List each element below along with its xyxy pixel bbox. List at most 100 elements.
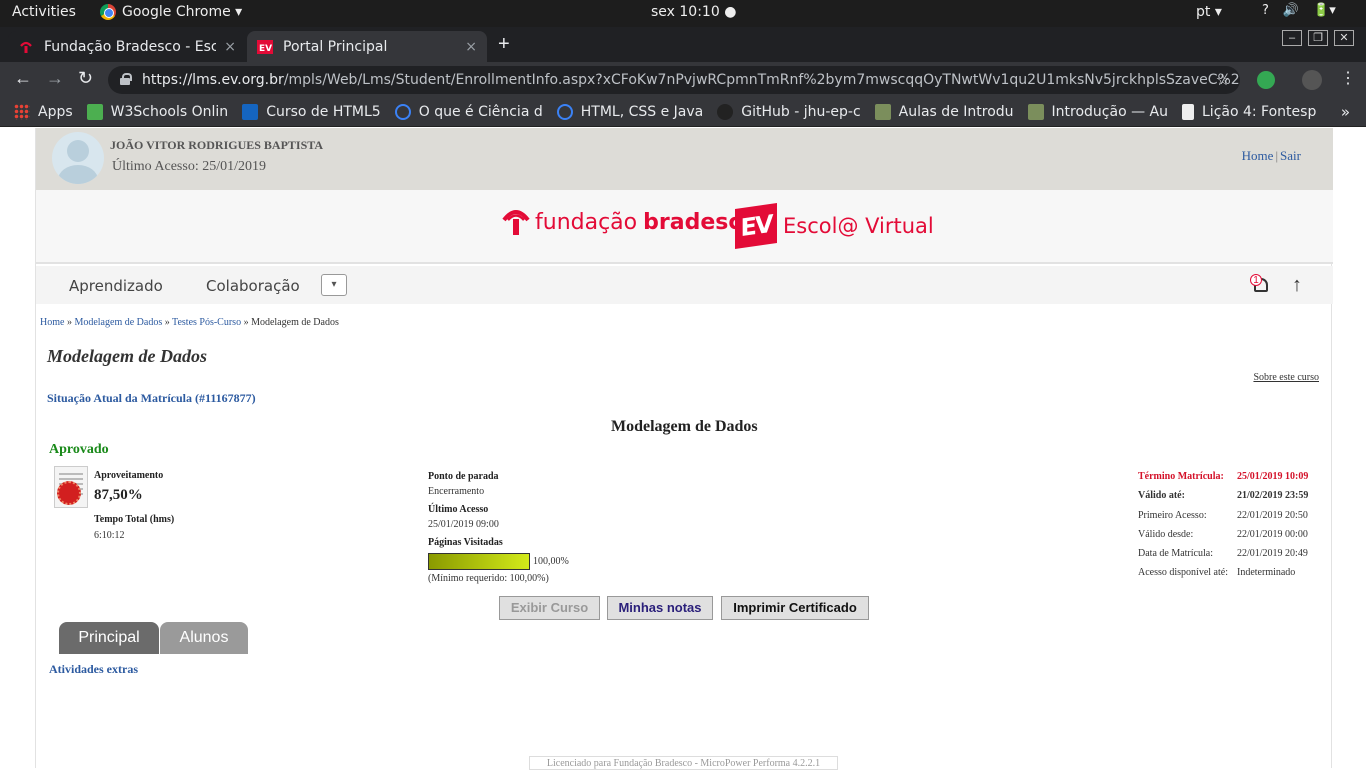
time-label: Tempo Total (hms) [94, 514, 175, 525]
breadcrumb: Home » Modelagem de Dados » Testes Pós-C… [40, 317, 339, 328]
detail-label: Acesso disponível até: [1138, 567, 1228, 578]
view-course-button[interactable]: Exibir Curso [499, 596, 600, 620]
detail-label: Primeiro Acesso: [1138, 510, 1207, 521]
system-top-bar: Activities Google Chrome ▾ sex 10:10 ● p… [0, 0, 1366, 27]
forward-icon[interactable]: → [46, 68, 64, 89]
user-links: Home | Sair [1242, 148, 1301, 164]
window-controls: – ❐ ✕ [1282, 30, 1354, 46]
w3schools-icon [86, 104, 103, 120]
bookmark-introducao[interactable]: Introdução — Au [1027, 104, 1168, 120]
last-access-value: 25/01/2019 09:00 [428, 519, 499, 530]
menu-aprendizado[interactable]: Aprendizado [69, 277, 163, 295]
profile-avatar[interactable] [1302, 70, 1322, 90]
menu-colaboracao[interactable]: Colaboração [206, 277, 300, 295]
site-icon [1027, 104, 1044, 120]
page-container: JOÃO VITOR RODRIGUES BAPTISTA Último Ace… [35, 128, 1333, 770]
site-icon [874, 104, 891, 120]
breadcrumb-testes[interactable]: Testes Pós-Curso [172, 317, 241, 328]
detail-value: 22/01/2019 20:49 [1237, 548, 1308, 559]
app-menu[interactable]: Google Chrome ▾ [100, 4, 242, 20]
detail-label: Válido desde: [1138, 529, 1194, 540]
notifications-button[interactable]: 1 [1250, 274, 1270, 296]
logout-link[interactable]: Sair [1280, 148, 1301, 163]
battery-icon[interactable]: 🔋▾ [1313, 3, 1336, 18]
breadcrumb-modelagem[interactable]: Modelagem de Dados [74, 317, 162, 328]
coursera-icon [394, 104, 411, 120]
time-value: 6:10:12 [94, 530, 125, 541]
bookmark-star-icon[interactable]: ☆ [1216, 66, 1230, 94]
back-icon[interactable]: ← [14, 68, 32, 89]
menu-dropdown-button[interactable]: ▾ [321, 274, 347, 296]
breadcrumb-home[interactable]: Home [40, 317, 64, 328]
close-tab-icon[interactable]: × [224, 39, 236, 55]
help-icon[interactable]: ? [1262, 3, 1269, 18]
volume-icon[interactable]: 🔊 [1283, 3, 1299, 18]
pages-percent: 100,00% [533, 556, 569, 567]
main-menu: Aprendizado Colaboração ▾ 1 ↑ [36, 266, 1333, 304]
clock[interactable]: sex 10:10 ● [651, 4, 736, 20]
last-access-label: Último Acesso [428, 504, 489, 515]
chrome-menu-icon[interactable]: ⋮ [1340, 68, 1356, 88]
notification-badge: 1 [1250, 274, 1262, 286]
browser-tab-portal[interactable]: EV Portal Principal × [247, 31, 487, 62]
pages-visited-label: Páginas Visitadas [428, 537, 503, 548]
print-certificate-button[interactable]: Imprimir Certificado [721, 596, 869, 620]
my-grades-button[interactable]: Minhas notas [607, 596, 713, 620]
detail-value: 25/01/2019 10:09 [1237, 471, 1309, 482]
extra-activities-link[interactable]: Atividades extras [49, 662, 138, 677]
bookmark-github[interactable]: GitHub - jhu-ep-c [717, 104, 861, 120]
stop-point-value: Encerramento [428, 486, 485, 497]
stop-point-label: Ponto de parada [428, 471, 499, 482]
apps-grid-icon [14, 104, 30, 120]
bookmark-aulas[interactable]: Aulas de Introdu [874, 104, 1014, 120]
enrollment-status-link[interactable]: Situação Atual da Matrícula (#11167877) [47, 391, 256, 406]
close-window-icon[interactable]: ✕ [1334, 30, 1354, 46]
scroll-top-icon[interactable]: ↑ [1292, 274, 1302, 297]
fundacao-bradesco-logo: fundação bradesco [501, 206, 757, 238]
bookmark-curso-html5[interactable]: Curso de HTML5 [242, 104, 381, 120]
system-tray[interactable]: ? 🔊 🔋▾ [1262, 3, 1336, 18]
minimize-icon[interactable]: – [1282, 30, 1302, 46]
web-page: JOÃO VITOR RODRIGUES BAPTISTA Último Ace… [0, 128, 1366, 770]
tab-principal[interactable]: Principal [59, 622, 159, 654]
chrome-icon [100, 4, 116, 20]
course-heading: Modelagem de Dados [611, 418, 758, 435]
bookmark-apps[interactable]: Apps [14, 104, 73, 120]
bookmark-html-css[interactable]: HTML, CSS e Java [556, 104, 703, 120]
last-access: Último Acesso: 25/01/2019 [112, 159, 266, 174]
fb-text-regular: fundação [535, 209, 638, 235]
about-course-link[interactable]: Sobre este curso [1253, 372, 1319, 383]
lock-icon[interactable] [120, 73, 132, 85]
score-label: Aproveitamento [94, 470, 164, 481]
detail-label: Válido até: [1138, 490, 1185, 501]
tab-alunos[interactable]: Alunos [160, 622, 248, 654]
url-path: /mpls/Web/Lms/Student/EnrollmentInfo.asp… [283, 72, 1240, 88]
activities-button[interactable]: Activities [12, 4, 76, 20]
address-bar[interactable]: https://lms.ev.org.br/mpls/Web/Lms/Stude… [108, 66, 1240, 94]
reload-icon[interactable]: ↻ [78, 68, 93, 89]
detail-value: 22/01/2019 00:00 [1237, 529, 1308, 540]
ev-text: Escol@ Virtual [783, 214, 934, 238]
detail-value: 21/02/2019 23:59 [1237, 490, 1309, 501]
detail-value: 22/01/2019 20:50 [1237, 510, 1308, 521]
extension-icon[interactable] [1257, 71, 1275, 89]
ev-mark: EV [735, 203, 777, 249]
close-tab-icon[interactable]: × [465, 39, 477, 55]
page-title: Modelagem de Dados [47, 346, 207, 366]
status-approved: Aprovado [49, 442, 109, 457]
bookmark-licao4[interactable]: Lição 4: Fontesp [1182, 104, 1316, 120]
pages-progress-bar [428, 553, 530, 570]
restore-icon[interactable]: ❐ [1308, 30, 1328, 46]
more-bookmarks-icon[interactable]: » [1341, 103, 1350, 121]
language-selector[interactable]: pt ▾ [1196, 4, 1222, 20]
bookmark-w3schools[interactable]: W3Schools Onlin [86, 104, 228, 120]
bookmark-ciencia[interactable]: O que é Ciência d [394, 104, 543, 120]
site-icon [242, 104, 259, 120]
svg-text:EV: EV [259, 44, 272, 54]
bradesco-tree-icon [502, 210, 530, 235]
home-link[interactable]: Home [1242, 148, 1274, 163]
certificate-icon [54, 466, 88, 508]
new-tab-button[interactable]: + [498, 33, 510, 56]
browser-tab-fundacao[interactable]: Fundação Bradesco - Escola Virtual × [8, 31, 246, 62]
github-icon [717, 104, 734, 120]
